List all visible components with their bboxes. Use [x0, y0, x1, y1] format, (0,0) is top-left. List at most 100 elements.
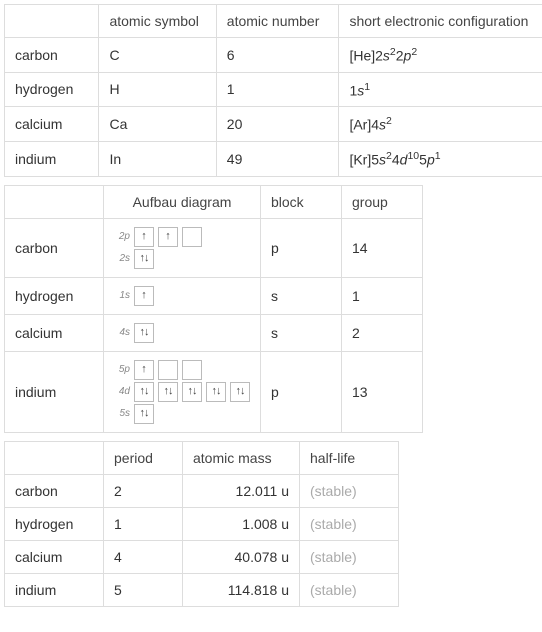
table-header-row: period atomic mass half-life	[5, 441, 399, 474]
table-row: indium 5 114.818 u (stable)	[5, 573, 399, 606]
half-life-value: (stable)	[300, 573, 399, 606]
period-value: 4	[104, 540, 183, 573]
element-name: carbon	[5, 474, 104, 507]
subshell-label: 2s	[114, 253, 130, 264]
orbital-box: ↑↓	[134, 404, 154, 424]
subshell-label: 4s	[114, 327, 130, 338]
table-header-row: Aufbau diagram block group	[5, 185, 423, 218]
block-value: s	[261, 314, 342, 351]
element-name: indium	[5, 141, 99, 176]
header-block: block	[261, 185, 342, 218]
half-life-value: (stable)	[300, 507, 399, 540]
atomic-symbol: H	[99, 72, 216, 107]
orbital-box: ↑↓	[158, 382, 178, 402]
atomic-mass-value: 40.078 u	[183, 540, 300, 573]
header-group: group	[342, 185, 423, 218]
table-row: hydrogen H 1 1s1	[5, 72, 542, 107]
orbital-box: ↑↓	[134, 249, 154, 269]
electronic-config: 1s1	[339, 72, 542, 107]
element-name: calcium	[5, 540, 104, 573]
block-value: p	[261, 218, 342, 277]
orbital-box: ↑↓	[134, 323, 154, 343]
orbital-box: ↑↓	[206, 382, 226, 402]
electronic-config: [Ar]4s2	[339, 107, 542, 142]
table-row: hydrogen 1 1.008 u (stable)	[5, 507, 399, 540]
table-row: hydrogen 1s ↑ s 1	[5, 277, 423, 314]
header-aufbau: Aufbau diagram	[104, 185, 261, 218]
aufbau-diagram: 4s ↑↓	[104, 314, 261, 351]
aufbau-diagram: 5p↑ 4d↑↓↑↓↑↓↑↓↑↓ 5s↑↓	[104, 351, 261, 432]
orbital-box	[158, 360, 178, 380]
orbital-box: ↑↓	[182, 382, 202, 402]
table-row: calcium 4 40.078 u (stable)	[5, 540, 399, 573]
element-name: carbon	[5, 38, 99, 73]
group-value: 1	[342, 277, 423, 314]
block-value: s	[261, 277, 342, 314]
element-name: carbon	[5, 218, 104, 277]
header-electronic-config: short electronic configuration	[339, 5, 542, 38]
aufbau-diagram: 1s ↑	[104, 277, 261, 314]
table-row: indium In 49 [Kr]5s24d105p1	[5, 141, 542, 176]
atomic-mass-value: 114.818 u	[183, 573, 300, 606]
atomic-symbol: In	[99, 141, 216, 176]
orbital-box	[182, 360, 202, 380]
group-value: 14	[342, 218, 423, 277]
subshell-label: 5p	[114, 364, 130, 375]
atomic-number: 20	[216, 107, 339, 142]
orbital-box: ↑	[134, 360, 154, 380]
atomic-number: 1	[216, 72, 339, 107]
header-half-life: half-life	[300, 441, 399, 474]
atomic-number: 49	[216, 141, 339, 176]
atomic-mass-value: 1.008 u	[183, 507, 300, 540]
table-row: carbon 2 12.011 u (stable)	[5, 474, 399, 507]
period-value: 1	[104, 507, 183, 540]
table-aufbau: Aufbau diagram block group carbon 2p↑↑ 2…	[4, 185, 423, 433]
atomic-symbol: C	[99, 38, 216, 73]
atomic-mass-value: 12.011 u	[183, 474, 300, 507]
subshell-label: 2p	[114, 231, 130, 242]
orbital-box: ↑↓	[134, 382, 154, 402]
element-name: indium	[5, 573, 104, 606]
header-atomic-number: atomic number	[216, 5, 339, 38]
subshell-label: 4d	[114, 386, 130, 397]
element-name: hydrogen	[5, 507, 104, 540]
block-value: p	[261, 351, 342, 432]
table-basic-properties: atomic symbol atomic number short electr…	[4, 4, 542, 177]
group-value: 2	[342, 314, 423, 351]
atomic-number: 6	[216, 38, 339, 73]
table-row: carbon 2p ↑↑ 2s ↑↓ p 14	[5, 218, 423, 277]
orbital-box	[182, 227, 202, 247]
orbital-box: ↑	[134, 286, 154, 306]
table-row: calcium Ca 20 [Ar]4s2	[5, 107, 542, 142]
element-name: indium	[5, 351, 104, 432]
header-atomic-symbol: atomic symbol	[99, 5, 216, 38]
half-life-value: (stable)	[300, 540, 399, 573]
orbital-box: ↑	[158, 227, 178, 247]
element-name: calcium	[5, 107, 99, 142]
header-blank	[5, 441, 104, 474]
period-value: 2	[104, 474, 183, 507]
electronic-config: [He]2s22p2	[339, 38, 542, 73]
group-value: 13	[342, 351, 423, 432]
header-atomic-mass: atomic mass	[183, 441, 300, 474]
half-life-value: (stable)	[300, 474, 399, 507]
element-name: hydrogen	[5, 277, 104, 314]
table-row: indium 5p↑ 4d↑↓↑↓↑↓↑↓↑↓ 5s↑↓ p 13	[5, 351, 423, 432]
atomic-symbol: Ca	[99, 107, 216, 142]
orbital-box: ↑	[134, 227, 154, 247]
table-header-row: atomic symbol atomic number short electr…	[5, 5, 542, 38]
table-row: calcium 4s ↑↓ s 2	[5, 314, 423, 351]
table-period-mass: period atomic mass half-life carbon 2 12…	[4, 441, 399, 607]
subshell-label: 5s	[114, 408, 130, 419]
orbital-box: ↑↓	[230, 382, 250, 402]
element-name: calcium	[5, 314, 104, 351]
subshell-label: 1s	[114, 290, 130, 301]
period-value: 5	[104, 573, 183, 606]
header-blank	[5, 185, 104, 218]
element-name: hydrogen	[5, 72, 99, 107]
header-blank	[5, 5, 99, 38]
header-period: period	[104, 441, 183, 474]
aufbau-diagram: 2p ↑↑ 2s ↑↓	[104, 218, 261, 277]
table-row: carbon C 6 [He]2s22p2	[5, 38, 542, 73]
electronic-config: [Kr]5s24d105p1	[339, 141, 542, 176]
